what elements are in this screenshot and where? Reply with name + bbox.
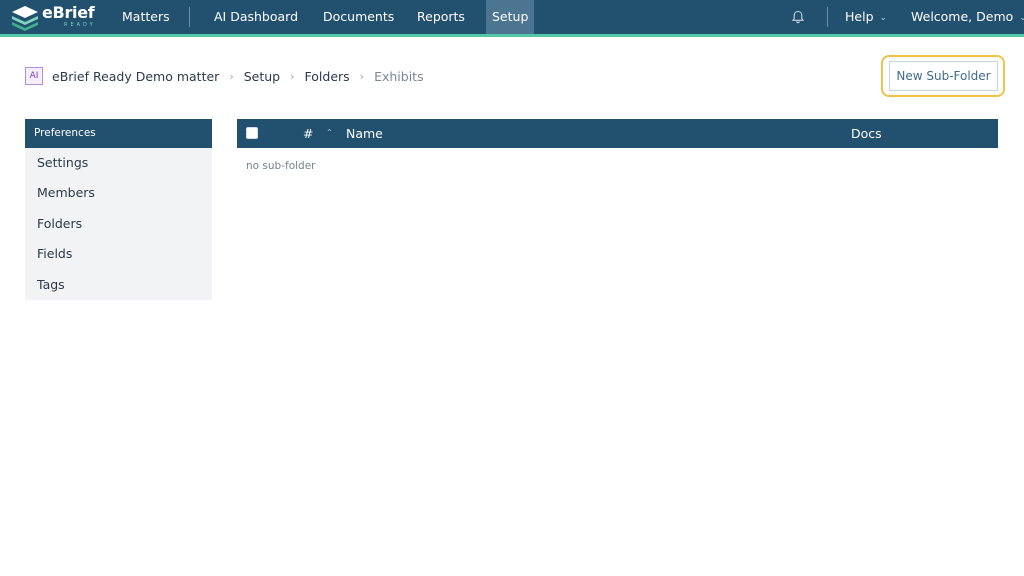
help-menu[interactable]: Help ⌄ [845, 0, 887, 34]
navbar-accent-line [0, 34, 1024, 37]
chevron-right-icon: › [359, 69, 365, 83]
nav-divider [827, 7, 828, 27]
column-docs[interactable]: Docs [851, 126, 882, 141]
chevron-down-icon: ⌄ [1019, 13, 1024, 23]
ebrief-logo-icon [12, 6, 38, 31]
breadcrumb-matter[interactable]: eBrief Ready Demo matter [52, 69, 219, 84]
sidebar-item-settings[interactable]: Settings [25, 148, 212, 178]
nav-reports[interactable]: Reports [417, 0, 465, 34]
help-label: Help [845, 9, 874, 24]
preferences-sidebar: Preferences Settings Members Folders Fie… [25, 119, 212, 300]
breadcrumb-setup[interactable]: Setup [244, 69, 280, 84]
chevron-down-icon: ⌄ [879, 13, 888, 23]
sort-up-icon[interactable]: ⌃ [326, 128, 333, 137]
top-navbar: eBrief READY Matters AI Dashboard Docume… [0, 0, 1024, 34]
ebrief-logo[interactable]: eBrief READY [10, 3, 96, 31]
sidebar-item-tags[interactable]: Tags [25, 270, 212, 300]
sidebar-item-folders[interactable]: Folders [25, 209, 212, 239]
empty-state-text: no sub-folder [246, 160, 316, 172]
chevron-right-icon: › [290, 69, 295, 83]
user-menu[interactable]: Welcome, Demo ⌄ [911, 0, 1024, 34]
nav-ai-dashboard[interactable]: AI Dashboard [214, 0, 298, 34]
column-number[interactable]: # [303, 126, 313, 141]
nav-setup[interactable]: Setup [486, 0, 535, 34]
new-subfolder-button[interactable]: New Sub-Folder [889, 61, 998, 91]
ai-badge: AI [25, 67, 43, 85]
subfolder-table-header: # ⌃ Name Docs [237, 119, 998, 148]
sidebar-header: Preferences [25, 119, 212, 148]
sidebar-item-members[interactable]: Members [25, 178, 212, 208]
breadcrumb: AI eBrief Ready Demo matter › Setup › Fo… [25, 66, 424, 86]
nav-documents[interactable]: Documents [323, 0, 394, 34]
brand-sub: READY [64, 22, 96, 28]
bell-icon[interactable] [791, 10, 805, 24]
brand-name: eBrief [42, 3, 95, 22]
breadcrumb-current: Exhibits [374, 68, 424, 84]
nav-matters[interactable]: Matters [122, 0, 170, 34]
nav-divider [189, 7, 190, 27]
chevron-right-icon: › [229, 69, 234, 83]
welcome-label: Welcome, Demo [911, 9, 1014, 24]
column-name[interactable]: Name [346, 126, 383, 141]
breadcrumb-folders[interactable]: Folders [305, 69, 350, 84]
sidebar-item-fields[interactable]: Fields [25, 239, 212, 269]
select-all-checkbox[interactable] [246, 127, 258, 139]
